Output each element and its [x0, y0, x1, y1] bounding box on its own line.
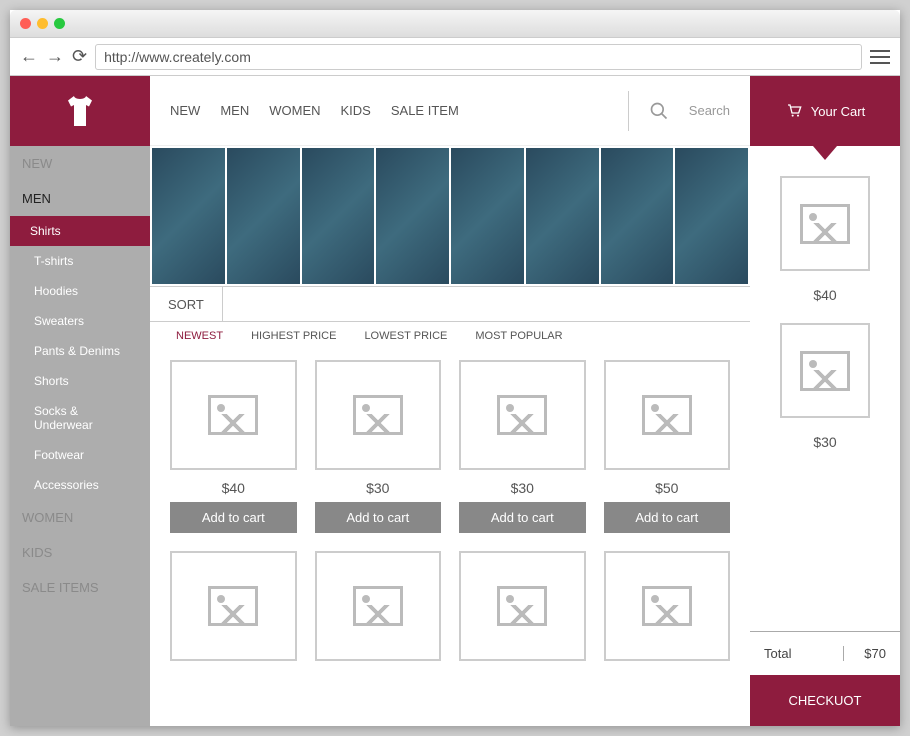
top-nav: NEW MEN WOMEN KIDS SALE ITEM Search — [150, 76, 750, 146]
browser-window: ← → ⟳ http://www.creately.com NEWMENShir… — [10, 10, 900, 726]
sort-options: NEWEST HIGHEST PRICE LOWEST PRICE MOST POPU… — [150, 322, 750, 350]
sort-option[interactable]: MOST POPULAR — [475, 330, 562, 342]
sort-label: SORT — [150, 287, 223, 321]
sidebar-subcategory[interactable]: Sweaters — [10, 306, 150, 336]
total-label: Total — [764, 646, 791, 661]
image-placeholder-icon — [800, 351, 850, 391]
cart-panel: Your Cart $40 $30 Total $70 CHECKUOT — [750, 76, 900, 726]
sidebar: NEWMENShirtsT-shirtsHoodiesSweatersPants… — [10, 76, 150, 726]
sidebar-category[interactable]: NEW — [10, 146, 150, 181]
topnav-link[interactable]: KIDS — [341, 103, 371, 118]
product-card: $30 Add to cart — [315, 360, 442, 533]
product-image[interactable] — [170, 551, 297, 661]
add-to-cart-button[interactable]: Add to cart — [170, 502, 297, 533]
product-card: $40 Add to cart — [170, 360, 297, 533]
product-price: $50 — [655, 480, 678, 496]
forward-icon[interactable]: → — [46, 46, 64, 67]
minimize-dot[interactable] — [37, 18, 48, 29]
sort-bar: SORT — [150, 286, 750, 322]
maximize-dot[interactable] — [54, 18, 65, 29]
logo[interactable] — [10, 76, 150, 146]
product-image[interactable] — [604, 360, 731, 470]
search-input[interactable]: Search — [689, 103, 730, 118]
total-value: $70 — [843, 646, 886, 661]
url-input[interactable]: http://www.creately.com — [95, 44, 862, 70]
product-image[interactable] — [604, 551, 731, 661]
topnav-link[interactable]: NEW — [170, 103, 200, 118]
topnav-link[interactable]: MEN — [220, 103, 249, 118]
sidebar-category[interactable]: MEN — [10, 181, 150, 216]
sidebar-subcategory[interactable]: Pants & Denims — [10, 336, 150, 366]
cart-item-image[interactable] — [780, 176, 870, 271]
cart-arrow-icon — [813, 146, 837, 160]
product-card: $50 Add to cart — [604, 360, 731, 533]
hero-banner — [150, 146, 750, 286]
sidebar-subcategory[interactable]: T-shirts — [10, 246, 150, 276]
cart-header[interactable]: Your Cart — [750, 76, 900, 146]
product-image[interactable] — [170, 360, 297, 470]
product-card — [170, 551, 297, 661]
sidebar-subcategory[interactable]: Accessories — [10, 470, 150, 500]
sidebar-category[interactable]: KIDS — [10, 535, 150, 570]
close-dot[interactable] — [20, 18, 31, 29]
cart-item: $40 — [764, 176, 886, 303]
topnav-link[interactable]: SALE ITEM — [391, 103, 459, 118]
sidebar-category[interactable]: SALE ITEMS — [10, 570, 150, 605]
cart-items: $40 $30 — [750, 146, 900, 631]
back-icon[interactable]: ← — [20, 46, 38, 67]
sort-option[interactable]: HIGHEST PRICE — [251, 330, 336, 342]
image-placeholder-icon — [497, 586, 547, 626]
sort-option[interactable]: LOWEST PRICE — [364, 330, 447, 342]
cart-icon — [785, 103, 803, 119]
cart-item: $30 — [764, 323, 886, 450]
cart-item-image[interactable] — [780, 323, 870, 418]
titlebar — [10, 10, 900, 38]
image-placeholder-icon — [642, 395, 692, 435]
cart-total-row: Total $70 — [750, 631, 900, 675]
product-image[interactable] — [459, 360, 586, 470]
add-to-cart-button[interactable]: Add to cart — [315, 502, 442, 533]
product-image[interactable] — [315, 360, 442, 470]
product-card: $30 Add to cart — [459, 360, 586, 533]
sidebar-subcategory[interactable]: Shirts — [10, 216, 150, 246]
tshirt-icon — [62, 93, 98, 129]
main: NEW MEN WOMEN KIDS SALE ITEM Search SORT NEW… — [150, 76, 750, 726]
sort-option[interactable]: NEWEST — [176, 330, 223, 342]
image-placeholder-icon — [497, 395, 547, 435]
product-card — [459, 551, 586, 661]
add-to-cart-button[interactable]: Add to cart — [604, 502, 731, 533]
sidebar-subcategory[interactable]: Socks & Underwear — [10, 396, 150, 440]
product-price: $30 — [511, 480, 534, 496]
image-placeholder-icon — [353, 395, 403, 435]
checkout-button[interactable]: CHECKUOT — [750, 675, 900, 726]
product-card — [604, 551, 731, 661]
product-card — [315, 551, 442, 661]
image-placeholder-icon — [353, 586, 403, 626]
cart-label: Your Cart — [811, 104, 865, 119]
sidebar-category[interactable]: WOMEN — [10, 500, 150, 535]
image-placeholder-icon — [800, 204, 850, 244]
sidebar-subcategory[interactable]: Shorts — [10, 366, 150, 396]
image-placeholder-icon — [208, 395, 258, 435]
menu-icon[interactable] — [870, 50, 890, 64]
reload-icon[interactable]: ⟳ — [72, 46, 87, 67]
image-placeholder-icon — [642, 586, 692, 626]
search-icon[interactable] — [649, 101, 669, 121]
topnav-link[interactable]: WOMEN — [269, 103, 320, 118]
product-grid: $40 Add to cart $30 Add to cart $30 Add to ca… — [150, 350, 750, 671]
image-placeholder-icon — [208, 586, 258, 626]
browser-toolbar: ← → ⟳ http://www.creately.com — [10, 38, 900, 76]
cart-item-price: $30 — [813, 434, 836, 450]
product-price: $40 — [222, 480, 245, 496]
product-image[interactable] — [459, 551, 586, 661]
add-to-cart-button[interactable]: Add to cart — [459, 502, 586, 533]
product-image[interactable] — [315, 551, 442, 661]
sidebar-subcategory[interactable]: Hoodies — [10, 276, 150, 306]
cart-item-price: $40 — [813, 287, 836, 303]
product-price: $30 — [366, 480, 389, 496]
sidebar-subcategory[interactable]: Footwear — [10, 440, 150, 470]
